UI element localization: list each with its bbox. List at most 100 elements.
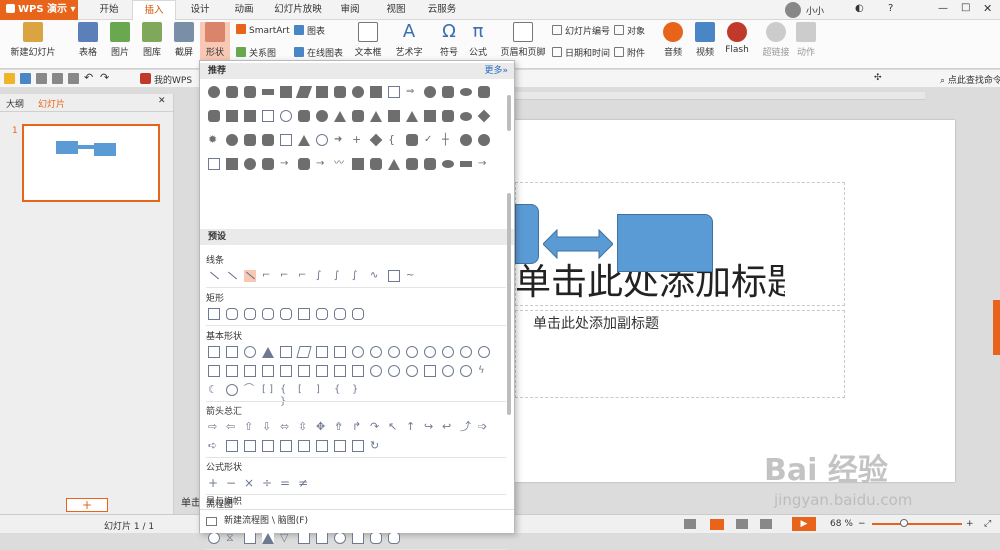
shape-right-arrow2-icon[interactable]: →	[280, 158, 292, 170]
curved-left-arrow-icon[interactable]: ↩	[442, 421, 454, 433]
shape-plus-icon[interactable]: +	[352, 134, 364, 146]
shape-rect-icon[interactable]	[424, 110, 436, 122]
elbow-double-arrow-icon[interactable]: ⌐	[298, 270, 310, 282]
textbox-shape-icon[interactable]	[208, 346, 220, 358]
maximize-icon[interactable]: □	[961, 2, 970, 13]
tab-slides[interactable]: 幻灯片	[38, 97, 65, 110]
flow-collate-icon[interactable]: ⧖	[226, 532, 238, 544]
object-button[interactable]: 对象	[614, 24, 645, 37]
header-footer-button[interactable]: 页眉和页脚	[500, 22, 546, 58]
picture-button[interactable]: 图片	[104, 22, 136, 58]
moon-icon[interactable]: ☾	[208, 384, 220, 396]
hyperlink-button[interactable]: 超链接	[762, 22, 790, 58]
shape-cross-icon[interactable]: ┼	[442, 134, 454, 146]
flow-merge-icon[interactable]: ▽	[280, 532, 292, 544]
curved-connector-icon[interactable]: ∫	[316, 270, 328, 282]
curve-icon[interactable]: ∿	[370, 270, 382, 282]
shape-check-icon[interactable]: ✓	[424, 134, 436, 146]
preview-icon[interactable]	[52, 73, 63, 84]
quad-callout-arrow-icon[interactable]	[352, 440, 364, 452]
tab-design[interactable]: 设计	[178, 0, 222, 20]
snip-single-icon[interactable]	[244, 308, 256, 320]
minus-icon[interactable]: −	[226, 477, 238, 489]
shape-gear-icon[interactable]	[316, 110, 328, 122]
shape-callout-rounded-icon[interactable]	[334, 86, 346, 98]
notched-right-arrow-icon[interactable]: ➪	[208, 440, 220, 452]
no-symbol-icon[interactable]	[388, 365, 400, 377]
shape-callout-icon[interactable]	[280, 86, 292, 98]
shape-bag-icon[interactable]	[262, 134, 274, 146]
dodecagon-icon[interactable]	[442, 346, 454, 358]
right-arrow-icon[interactable]: ⇨	[208, 421, 220, 433]
online-chart-button[interactable]: 在线图表	[294, 46, 343, 59]
snip-round-icon[interactable]	[298, 308, 310, 320]
parallelogram-icon[interactable]	[296, 346, 312, 358]
line-double-arrow-icon[interactable]	[244, 270, 256, 282]
shape-arrow2-icon[interactable]: ➜	[334, 134, 346, 146]
shape-oval2-icon[interactable]	[460, 111, 472, 121]
pentagon-arrow-icon[interactable]	[226, 440, 238, 452]
flow-display-icon[interactable]	[388, 532, 400, 544]
flow-or-icon[interactable]	[208, 532, 220, 544]
shape-group-icon[interactable]	[406, 134, 418, 146]
reading-view-icon[interactable]	[760, 519, 772, 529]
undo-icon[interactable]: ↶	[84, 71, 95, 84]
slide-thumbnail[interactable]	[22, 124, 160, 202]
avatar[interactable]	[785, 2, 801, 18]
lr-callout-arrow-icon[interactable]	[334, 440, 346, 452]
octagon-icon[interactable]	[406, 346, 418, 358]
shape-arrow3-icon[interactable]: →	[478, 158, 490, 170]
right-brace-icon[interactable]: }	[352, 384, 364, 396]
multiply-icon[interactable]: ×	[244, 477, 256, 489]
shape-person-icon[interactable]	[370, 110, 382, 122]
shape-person2-icon[interactable]	[388, 158, 400, 170]
right-callout-arrow-icon[interactable]	[262, 440, 274, 452]
half-frame-icon[interactable]	[226, 365, 238, 377]
left-right-arrow-icon[interactable]: ⬄	[280, 421, 292, 433]
curved-arrow-icon[interactable]: ∫	[334, 270, 346, 282]
gallery-button[interactable]: 图库	[136, 22, 168, 58]
screenshot-button[interactable]: 截屏	[168, 22, 200, 58]
shape-rounded-tab-icon[interactable]	[244, 86, 256, 98]
heart-icon[interactable]	[460, 365, 472, 377]
left-up-arrow-icon[interactable]: ↖	[388, 421, 400, 433]
quad-arrow-icon[interactable]: ✥	[316, 421, 328, 433]
shape-wave-icon[interactable]: 〰	[334, 158, 346, 170]
shape-circle2-icon[interactable]	[244, 158, 256, 170]
play-icon[interactable]: ▶	[792, 517, 816, 531]
search-command[interactable]: ⌕ 点此查找命令	[940, 73, 1000, 86]
zoom-slider-thumb[interactable]	[900, 519, 908, 527]
shape-heart-icon[interactable]	[352, 86, 364, 98]
u-turn-arrow-icon[interactable]: ↷	[370, 421, 382, 433]
slide-canvas[interactable]: 单击此处添加标题 单击此处添加副标题	[515, 120, 955, 482]
not-equal-icon[interactable]: ≠	[298, 477, 310, 489]
left-brace-icon[interactable]: {	[334, 384, 346, 396]
chart-button[interactable]: 图表	[294, 24, 325, 37]
shape-brace-icon[interactable]: {	[388, 134, 400, 146]
app-menu-button[interactable]: WPS 演示 ▾	[0, 0, 78, 20]
save-icon[interactable]	[20, 73, 31, 84]
video-button[interactable]: 视频	[692, 22, 718, 58]
redo-icon[interactable]: ↷	[100, 71, 111, 84]
divide-icon[interactable]: ÷	[262, 477, 274, 489]
pie-icon[interactable]	[460, 346, 472, 358]
fit-window-icon[interactable]: ⤢	[984, 519, 991, 529]
tab-animation[interactable]: 动画	[222, 0, 266, 20]
snip-diag-icon[interactable]	[280, 308, 292, 320]
block-arc-icon[interactable]	[406, 365, 418, 377]
dropdown-scrollbar-2[interactable]	[507, 193, 511, 415]
l-shape-icon[interactable]	[244, 365, 256, 377]
close-icon[interactable]: ✕	[158, 96, 166, 106]
datetime-button[interactable]: 日期和时间	[552, 46, 610, 59]
left-right-up-arrow-icon[interactable]: ⇮	[334, 421, 346, 433]
formula-button[interactable]: π 公式	[466, 22, 490, 59]
my-wps-link[interactable]: 我的WPS	[154, 73, 192, 86]
wordart-button[interactable]: A 艺术字	[390, 22, 428, 59]
plus-icon[interactable]: +	[208, 477, 220, 489]
shape-oval3-icon[interactable]	[442, 160, 454, 168]
shape-pin2-icon[interactable]	[460, 134, 472, 146]
zoom-in-icon[interactable]: +	[966, 519, 974, 529]
shape-bag2-icon[interactable]	[406, 158, 418, 170]
shape-lightning-icon[interactable]	[370, 86, 382, 98]
can-icon[interactable]	[316, 365, 328, 377]
